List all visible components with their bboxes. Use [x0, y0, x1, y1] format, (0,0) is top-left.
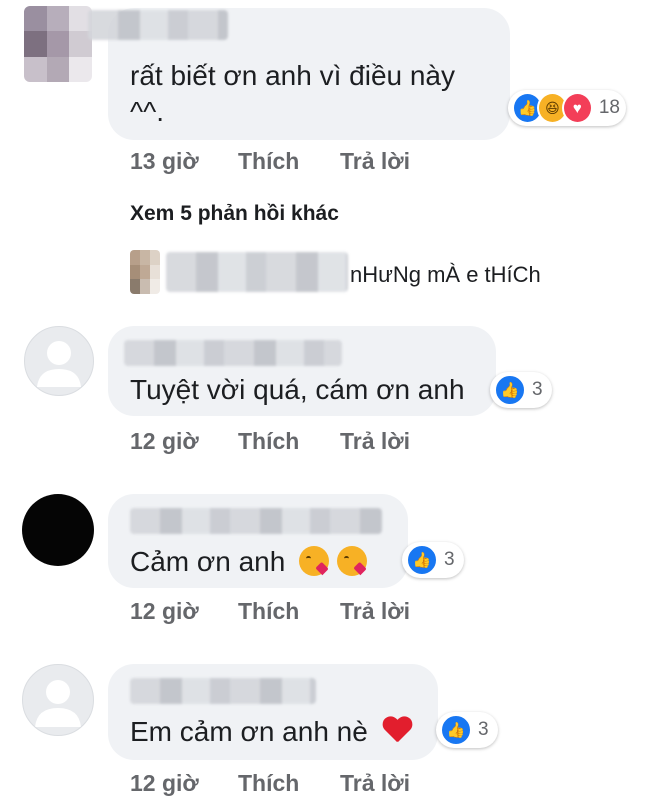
reaction-count: 3 [444, 549, 455, 570]
commenter-name[interactable] [130, 508, 382, 534]
comment-text: ^^. [130, 96, 165, 127]
comment-text-content: Cảm ơn anh [130, 546, 286, 577]
avatar[interactable] [24, 6, 92, 82]
kissing-heart-icon [336, 546, 367, 576]
reply-button[interactable]: Trả lời [340, 428, 410, 455]
reply-commenter-name[interactable] [166, 252, 348, 292]
commenter-name[interactable] [88, 10, 228, 40]
like-icon: 👍 [440, 714, 472, 746]
avatar[interactable] [24, 326, 94, 396]
reaction-summary[interactable]: 👍 3 [402, 542, 464, 578]
love-icon: ♥ [561, 92, 593, 124]
reaction-count: 3 [478, 719, 489, 740]
default-avatar-icon [35, 680, 81, 727]
like-icon: 👍 [406, 544, 438, 576]
like-button[interactable]: Thích [238, 428, 299, 455]
timestamp[interactable]: 12 giờ [130, 770, 199, 797]
reply-button[interactable]: Trả lời [340, 148, 410, 175]
like-button[interactable]: Thích [238, 770, 299, 797]
comment-text: rất biết ơn anh vì điều này [130, 60, 456, 91]
comment-text: Tuyệt vời quá, cám ơn anh [130, 374, 465, 405]
comment-text: Cảm ơn anh [130, 546, 367, 578]
see-more-replies-link[interactable]: Xem 5 phản hồi khác [130, 202, 339, 226]
reply-button[interactable]: Trả lời [340, 770, 410, 797]
commenter-name[interactable] [124, 340, 342, 366]
commenter-name[interactable] [130, 678, 316, 704]
avatar[interactable] [130, 250, 160, 294]
timestamp[interactable]: 12 giờ [130, 428, 199, 455]
avatar[interactable] [22, 494, 94, 566]
comment-text-content: Em cảm ơn anh nè [130, 716, 368, 747]
reply-preview-text: nHưNg mÀ e tHíCh [350, 262, 541, 287]
kissing-heart-icon [299, 546, 330, 576]
reaction-summary[interactable]: 👍 😆 ♥ 18 [508, 90, 626, 126]
like-button[interactable]: Thích [238, 148, 299, 175]
like-icon: 👍 [494, 374, 526, 406]
reaction-count: 18 [598, 97, 620, 118]
red-heart-icon [382, 717, 412, 745]
default-avatar-icon [37, 341, 81, 387]
timestamp[interactable]: 12 giờ [130, 598, 199, 625]
comment-text: Em cảm ơn anh nè [130, 716, 412, 748]
avatar[interactable] [22, 664, 94, 736]
reply-button[interactable]: Trả lời [340, 598, 410, 625]
timestamp[interactable]: 13 giờ [130, 148, 199, 175]
reaction-count: 3 [532, 379, 543, 400]
reaction-summary[interactable]: 👍 3 [490, 372, 552, 408]
reaction-summary[interactable]: 👍 3 [436, 712, 498, 748]
like-button[interactable]: Thích [238, 598, 299, 625]
